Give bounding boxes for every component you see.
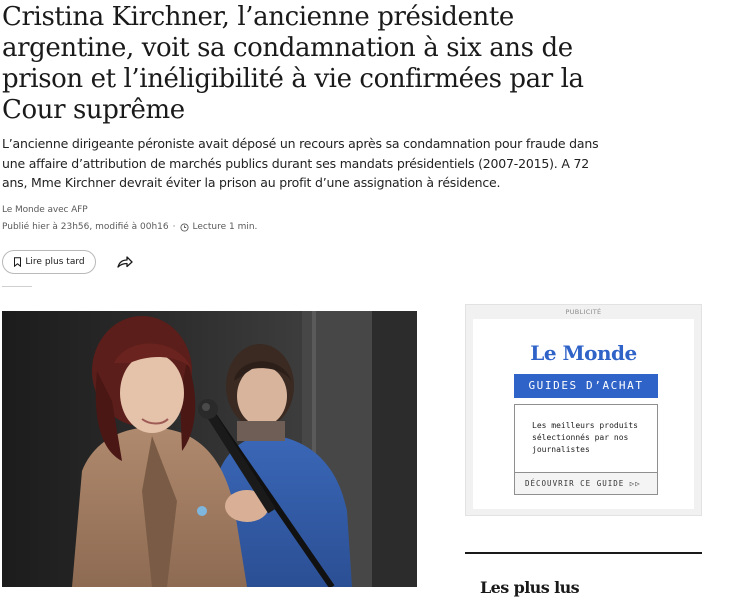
article-headline: Cristina Kirchner, l’ancienne présidente… [2,2,584,125]
reading-time: Lecture 1 min. [192,222,258,232]
bookmark-icon [14,257,22,267]
advertisement[interactable]: PUBLICITÉ Le Monde GUIDES D’ACHAT Les me… [465,304,702,516]
most-read-title: Les plus lus [480,578,580,597]
most-read-divider [465,552,702,554]
ad-guide-text: Les meilleurs produits sélectionnés par … [532,421,638,454]
read-later-label: Lire plus tard [25,257,85,267]
meta-separator: · [172,222,176,232]
le-monde-logo: Le Monde [530,341,637,365]
article-photo [2,311,417,587]
read-later-button[interactable]: Lire plus tard [2,250,96,274]
ad-label: PUBLICITÉ [565,308,602,316]
clock-icon [179,222,189,232]
ad-creative[interactable]: Le Monde GUIDES D’ACHAT Les meilleurs pr… [473,319,694,509]
ad-guide-card[interactable]: Les meilleurs produits sélectionnés par … [514,404,658,495]
article-standfirst: L’ancienne dirigeante péroniste avait dé… [2,136,599,190]
publish-date: Publié hier à 23h56, modifié à 00h16 [2,222,169,232]
photo-illustration [2,311,417,587]
ad-guides-banner: GUIDES D’ACHAT [514,374,658,398]
share-icon[interactable] [116,254,134,270]
article-byline[interactable]: Le Monde avec AFP [2,205,88,215]
ad-discover-button[interactable]: DÉCOUVRIR CE GUIDE ▷▷ [515,472,657,494]
article-meta: Publié hier à 23h56, modifié à 00h16 · L… [2,222,257,232]
divider [2,286,32,287]
